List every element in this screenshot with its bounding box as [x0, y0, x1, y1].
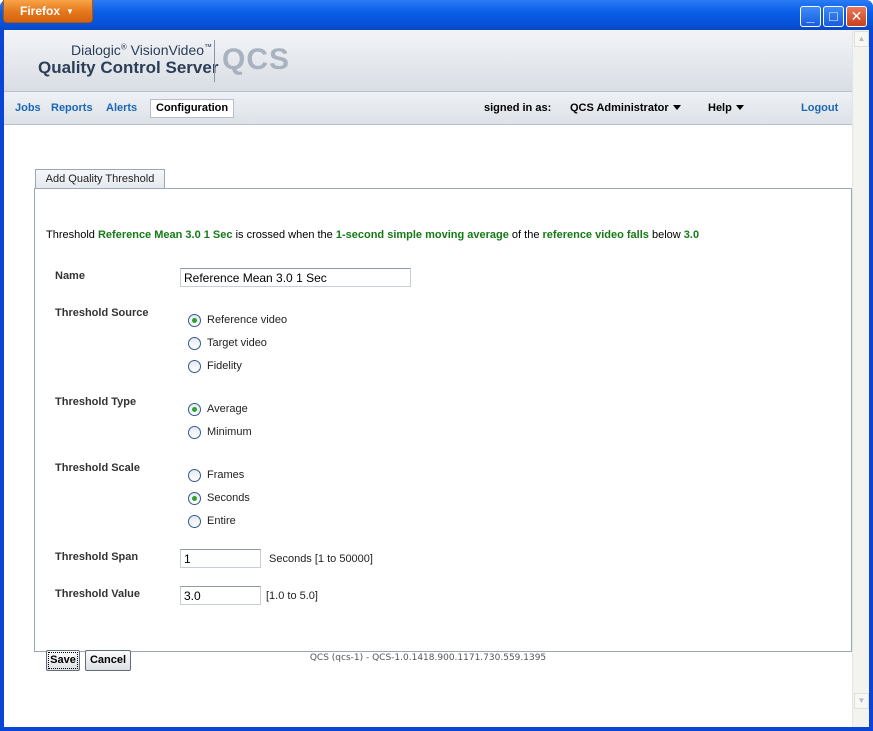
- help-caret-icon: [735, 105, 744, 110]
- radio-frames[interactable]: [188, 468, 201, 482]
- radio-minimum[interactable]: [188, 425, 201, 439]
- source-option-fidelity[interactable]: Fidelity: [188, 358, 242, 374]
- summary-average: 1-second simple moving average: [335, 229, 509, 241]
- help-label: Help: [708, 102, 732, 114]
- scale-option-frames[interactable]: Frames: [188, 467, 244, 483]
- close-icon: ✕: [850, 8, 863, 24]
- threshold-summary: Threshold Reference Mean 3.0 1 Sec is cr…: [46, 229, 700, 241]
- name-input[interactable]: [180, 268, 411, 287]
- vertical-scrollbar[interactable]: ▲ ▼: [852, 30, 869, 727]
- radio-entire[interactable]: [188, 514, 201, 528]
- radio-seconds[interactable]: [188, 491, 201, 505]
- source-option-target[interactable]: Target video: [188, 335, 267, 351]
- radio-average[interactable]: [188, 402, 201, 416]
- help-menu[interactable]: Help: [708, 102, 744, 114]
- logout-link[interactable]: Logout: [801, 102, 838, 114]
- threshold-scale-label: Threshold Scale: [55, 462, 140, 474]
- threshold-form-panel: Threshold Reference Mean 3.0 1 Sec is cr…: [34, 188, 852, 671]
- scale-option-entire[interactable]: Entire: [188, 513, 236, 529]
- menu-caret-icon: ▼: [66, 7, 74, 16]
- firefox-menu-button[interactable]: Firefox ▼: [3, 0, 93, 23]
- radio-fidelity[interactable]: [188, 359, 201, 373]
- brand-mark: QCS: [222, 43, 291, 76]
- nav-jobs[interactable]: Jobs: [15, 102, 41, 114]
- firefox-menu-label: Firefox: [20, 4, 61, 18]
- threshold-span-label: Threshold Span: [55, 551, 139, 563]
- name-label: Name: [55, 270, 85, 282]
- type-option-minimum[interactable]: Minimum: [188, 424, 252, 440]
- nav-bar: Jobs Reports Alerts Configuration signed…: [4, 92, 852, 125]
- threshold-source-label: Threshold Source: [55, 307, 149, 319]
- browser-content: Dialogic® VisionVideo™ Quality Control S…: [4, 30, 869, 727]
- brand-line1: Dialogic® VisionVideo™: [71, 42, 213, 58]
- logo-divider: [214, 40, 215, 82]
- user-caret-icon: [672, 105, 681, 110]
- user-menu[interactable]: QCS Administrator: [570, 102, 681, 114]
- type-option-average[interactable]: Average: [188, 401, 248, 417]
- threshold-value-input[interactable]: [180, 586, 261, 605]
- app-header: Dialogic® VisionVideo™ Quality Control S…: [4, 30, 852, 92]
- nav-reports[interactable]: Reports: [51, 102, 93, 114]
- signed-in-label: signed in as:: [484, 102, 552, 114]
- threshold-span-input[interactable]: [180, 549, 261, 568]
- summary-name: Reference Mean 3.0 1 Sec: [97, 229, 233, 241]
- brand-line2: Quality Control Server: [38, 58, 219, 77]
- minimize-icon: _: [806, 8, 815, 24]
- threshold-type-label: Threshold Type: [55, 396, 137, 408]
- radio-reference-video[interactable]: [188, 313, 201, 327]
- threshold-value-hint: [1.0 to 5.0]: [266, 590, 318, 602]
- minimize-button[interactable]: _: [800, 6, 821, 27]
- maximize-icon: □: [829, 8, 838, 24]
- browser-window: Firefox ▼ _ □ ✕ Dialogic® VisionVideo™ Qu…: [0, 0, 873, 731]
- source-option-reference[interactable]: Reference video: [188, 312, 287, 328]
- footer-version: QCS (qcs-1) - QCS-1.0.1418.900.1171.730.…: [309, 653, 547, 663]
- summary-source: reference video falls: [542, 229, 649, 241]
- threshold-value-label: Threshold Value: [55, 588, 140, 600]
- radio-target-video[interactable]: [188, 336, 201, 350]
- scroll-up-icon[interactable]: ▲: [854, 31, 869, 47]
- scale-option-seconds[interactable]: Seconds: [188, 490, 250, 506]
- title-bar: Firefox ▼ _ □ ✕: [0, 0, 873, 30]
- summary-value: 3.0: [683, 229, 700, 241]
- close-button[interactable]: ✕: [846, 6, 867, 27]
- tab-add-quality-threshold[interactable]: Add Quality Threshold: [35, 169, 165, 189]
- nav-alerts[interactable]: Alerts: [106, 102, 137, 114]
- threshold-span-hint: Seconds [1 to 50000]: [269, 553, 373, 565]
- nav-configuration[interactable]: Configuration: [150, 99, 235, 118]
- user-name: QCS Administrator: [570, 102, 669, 114]
- scroll-down-icon[interactable]: ▼: [854, 693, 869, 709]
- maximize-button[interactable]: □: [823, 6, 844, 27]
